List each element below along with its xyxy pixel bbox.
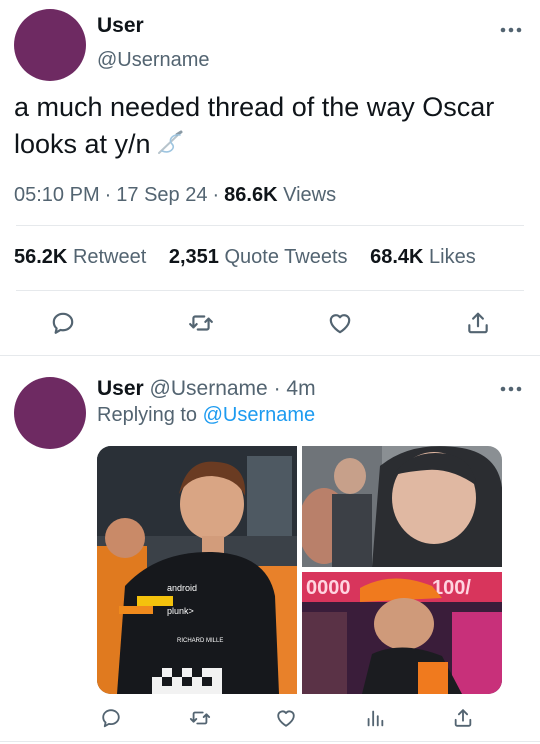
views-label: Views xyxy=(283,184,337,206)
like-button[interactable] xyxy=(323,308,357,338)
views-count: 86.6K xyxy=(224,184,278,206)
retweets-label: Retweet xyxy=(72,246,147,268)
tweet-separator xyxy=(0,355,540,356)
meta-separator: · xyxy=(104,184,112,206)
analytics-button[interactable] xyxy=(361,704,389,732)
reply-like-button[interactable] xyxy=(272,704,300,732)
tweet-date[interactable]: 17 Sep 24 xyxy=(116,184,207,206)
author-avatar[interactable] xyxy=(14,9,86,81)
likes-stat[interactable]: 68.4K Likes xyxy=(370,246,476,268)
quotes-count: 2,351 xyxy=(168,246,219,268)
tweet-body: a much needed thread of the way Oscar lo… xyxy=(14,92,495,159)
reply-handle[interactable]: @Username xyxy=(150,377,268,400)
like-icon xyxy=(277,710,295,727)
tweet-meta: 05:10 PM · 17 Sep 24 · 86.6K Views xyxy=(14,184,336,207)
quotes-stat[interactable]: 2,351 Quote Tweets xyxy=(169,246,348,268)
divider xyxy=(16,225,524,226)
tweet-text: a much needed thread of the way Oscar lo… xyxy=(14,89,524,163)
reply-separator: · xyxy=(273,377,281,400)
svg-text:android: android xyxy=(167,583,197,593)
photo-driver-selfie-in-hood[interactable] xyxy=(302,446,502,567)
share-button[interactable] xyxy=(461,308,495,338)
author-display-name[interactable]: User xyxy=(97,14,144,38)
more-options-icon[interactable] xyxy=(500,386,522,392)
reply-button[interactable] xyxy=(46,308,80,338)
reply-header: User @Username · 4m xyxy=(97,377,316,401)
reply-author-avatar[interactable] xyxy=(14,377,86,449)
photo-1-image: android plunk> RICHARD MILLE xyxy=(97,446,297,694)
like-icon xyxy=(329,314,351,334)
divider xyxy=(16,290,524,291)
media-grid: android plunk> RICHARD MILLE 0000 100/ xyxy=(97,446,502,694)
needle-emoji xyxy=(157,130,183,154)
reply-time[interactable]: 4m xyxy=(286,377,315,400)
share-icon xyxy=(468,312,488,334)
reply-retweet-button[interactable] xyxy=(186,704,214,732)
reply-icon xyxy=(102,709,120,728)
retweet-button[interactable] xyxy=(184,308,218,338)
svg-text:RICHARD MILLE: RICHARD MILLE xyxy=(177,638,223,644)
author-handle[interactable]: @Username xyxy=(97,49,210,72)
svg-text:0000: 0000 xyxy=(306,577,351,599)
photo-2-image xyxy=(302,446,502,567)
share-icon xyxy=(454,709,472,727)
replying-to: Replying to @Username xyxy=(97,404,315,427)
likes-label: Likes xyxy=(429,246,476,268)
reply-display-name[interactable]: User xyxy=(97,377,144,400)
bottom-divider xyxy=(0,741,540,742)
likes-count: 68.4K xyxy=(370,246,424,268)
reply-icon xyxy=(52,312,74,334)
meta-separator: · xyxy=(212,184,220,206)
replying-to-handle[interactable]: @Username xyxy=(203,404,316,426)
quotes-label: Quote Tweets xyxy=(224,246,348,268)
tweet-time[interactable]: 05:10 PM xyxy=(14,184,100,206)
reply-share-button[interactable] xyxy=(449,704,477,732)
retweet-icon xyxy=(189,711,211,725)
retweets-stat[interactable]: 56.2K Retweet xyxy=(14,246,146,268)
analytics-icon xyxy=(367,710,384,727)
reply-reply-button[interactable] xyxy=(97,704,125,732)
svg-text:plunk>: plunk> xyxy=(167,606,194,616)
retweets-count: 56.2K xyxy=(14,246,68,268)
engagement-stats: 56.2K Retweet 2,351 Quote Tweets 68.4K L… xyxy=(14,246,476,269)
photo-3-image: 0000 100/ xyxy=(302,572,502,694)
photo-driver-smiling-in-team-suit[interactable]: android plunk> RICHARD MILLE xyxy=(97,446,297,694)
more-options-icon[interactable] xyxy=(500,27,522,33)
photo-driver-in-orange-cap[interactable]: 0000 100/ xyxy=(302,572,502,694)
retweet-icon xyxy=(189,315,213,331)
replying-to-label: Replying to xyxy=(97,404,198,426)
